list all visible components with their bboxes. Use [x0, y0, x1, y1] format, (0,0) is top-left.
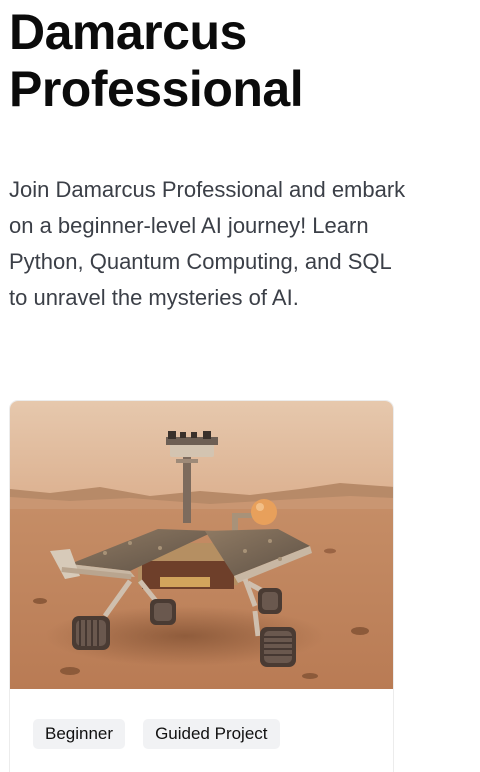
tag-list: Beginner Guided Project	[33, 719, 280, 749]
course-title-line-2: Professional	[9, 61, 304, 117]
mars-rover-image	[10, 401, 393, 689]
tag-guided-project: Guided Project	[143, 719, 280, 749]
tag-beginner: Beginner	[33, 719, 126, 749]
course-description: Join Damarcus Professional and embark on…	[9, 177, 406, 310]
course-page: Damarcus Professional Join Damarcus Prof…	[0, 0, 480, 772]
course-card[interactable]: Beginner Guided Project	[9, 400, 394, 772]
course-title: Damarcus Professional	[9, 4, 469, 118]
course-title-line-1: Damarcus	[9, 4, 247, 60]
